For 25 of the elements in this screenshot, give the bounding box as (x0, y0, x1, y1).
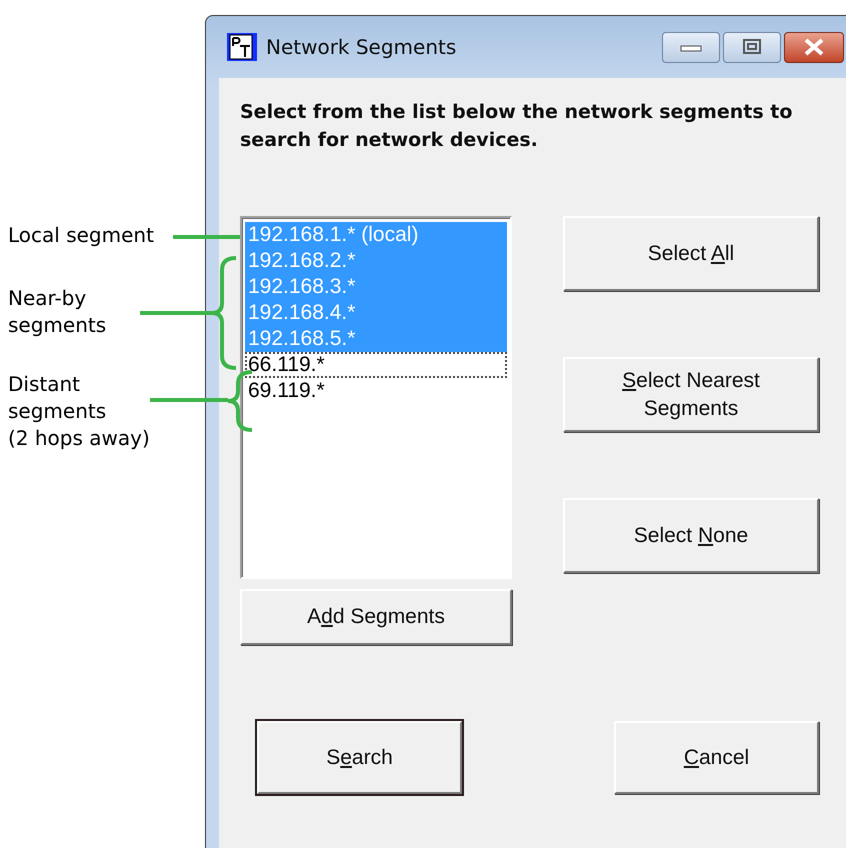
annotation-label: Near-by (8, 285, 88, 312)
annotation-label: Distant (8, 371, 81, 398)
minimize-button[interactable] (662, 32, 720, 62)
window-title: Network Segments (266, 35, 456, 59)
cancel-button[interactable]: Cancel (614, 721, 819, 794)
select-button[interactable]: Select Nearest Segments (563, 357, 819, 432)
maximize-button[interactable] (723, 32, 781, 62)
search-button[interactable]: Search (257, 721, 462, 794)
annotation-label: (2 hops away) (8, 425, 150, 452)
annotation-label: Local segment (8, 222, 154, 249)
close-button[interactable] (784, 32, 844, 62)
restore-icon (741, 38, 763, 56)
close-icon (802, 38, 826, 56)
instruction-text: Select from the list below the network segments to search for network devices. (240, 100, 794, 153)
segment-list[interactable]: 192.168.1.* (local) 192.168.2.* 192.168.3.* 192.168.4.* 192.168.5.* 66.119.* 69.119.* (240, 216, 512, 579)
select-button[interactable]: Select None (563, 498, 819, 573)
leader-line (140, 311, 212, 315)
select-button[interactable]: Select All (563, 216, 819, 291)
segment-item[interactable]: 66.119.* (245, 352, 507, 378)
add-segments-button[interactable]: Add Segments (240, 589, 512, 645)
segment-item[interactable]: 69.119.* (245, 378, 507, 404)
leader-line (173, 235, 240, 239)
annotation-label: segments (8, 398, 108, 425)
app-icon (226, 32, 258, 62)
annotation-label: segments (8, 312, 106, 339)
